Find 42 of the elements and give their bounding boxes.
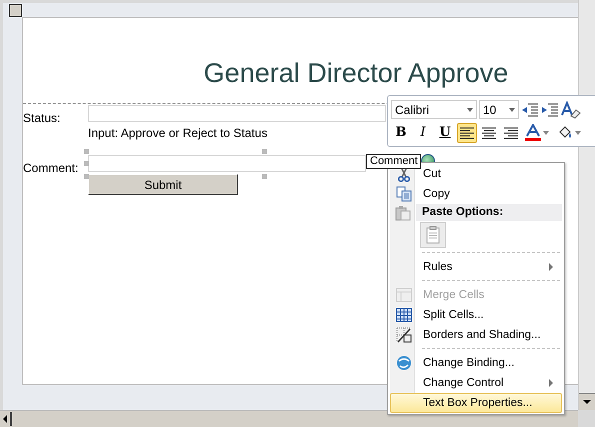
font-name-box[interactable]: Calibri [391,100,477,119]
menu-heading: Paste Options: [416,204,562,221]
text-field[interactable] [88,105,386,122]
selection-handle[interactable] [84,149,89,154]
styles-icon[interactable] [561,100,581,118]
form-title: General Director Approve [204,58,508,89]
grid-icon [396,308,412,322]
selection-handle[interactable] [84,161,89,166]
table-icon [396,288,412,302]
menu-item[interactable]: Text Box Properties... [390,393,562,413]
menu-item[interactable]: Split Cells... [390,305,562,325]
submit-button[interactable]: Submit [88,174,238,195]
borders-icon [396,327,412,343]
italic-button[interactable]: I [413,122,433,142]
field-label: Status: [23,110,62,125]
menu-item[interactable]: Change Binding... [390,353,562,373]
selection-handle[interactable] [84,174,89,179]
clipboard-icon [426,226,440,244]
paint-bucket-icon [557,124,573,140]
font-size-box[interactable]: 10 [479,100,519,119]
clipboard-icon [395,204,411,220]
copy-icon [396,186,412,202]
bold-button[interactable]: B [391,122,411,142]
field-tooltip: Comment [366,154,421,169]
underline-button[interactable]: U [435,122,455,142]
select-handle[interactable] [9,4,22,17]
field-label: Comment: [23,160,80,175]
menu-item[interactable]: Copy [390,184,562,204]
menu-item[interactable]: Borders and Shading... [390,325,562,345]
selection-handle[interactable] [262,149,267,154]
increase-indent-icon[interactable] [541,102,559,118]
scissors-icon [398,166,410,182]
scroll-down-icon[interactable] [579,393,595,410]
paste-button[interactable] [420,222,446,248]
globe-icon [396,355,412,371]
menu-item[interactable]: Rules [390,257,562,277]
decrease-indent-icon[interactable] [521,102,539,118]
text-field[interactable] [88,155,366,172]
selection-handle[interactable] [262,174,267,179]
field-hint: Input: Approve or Reject to Status [88,126,268,140]
menu-item[interactable]: Change Control [390,373,562,393]
align-left-button[interactable] [457,122,477,142]
